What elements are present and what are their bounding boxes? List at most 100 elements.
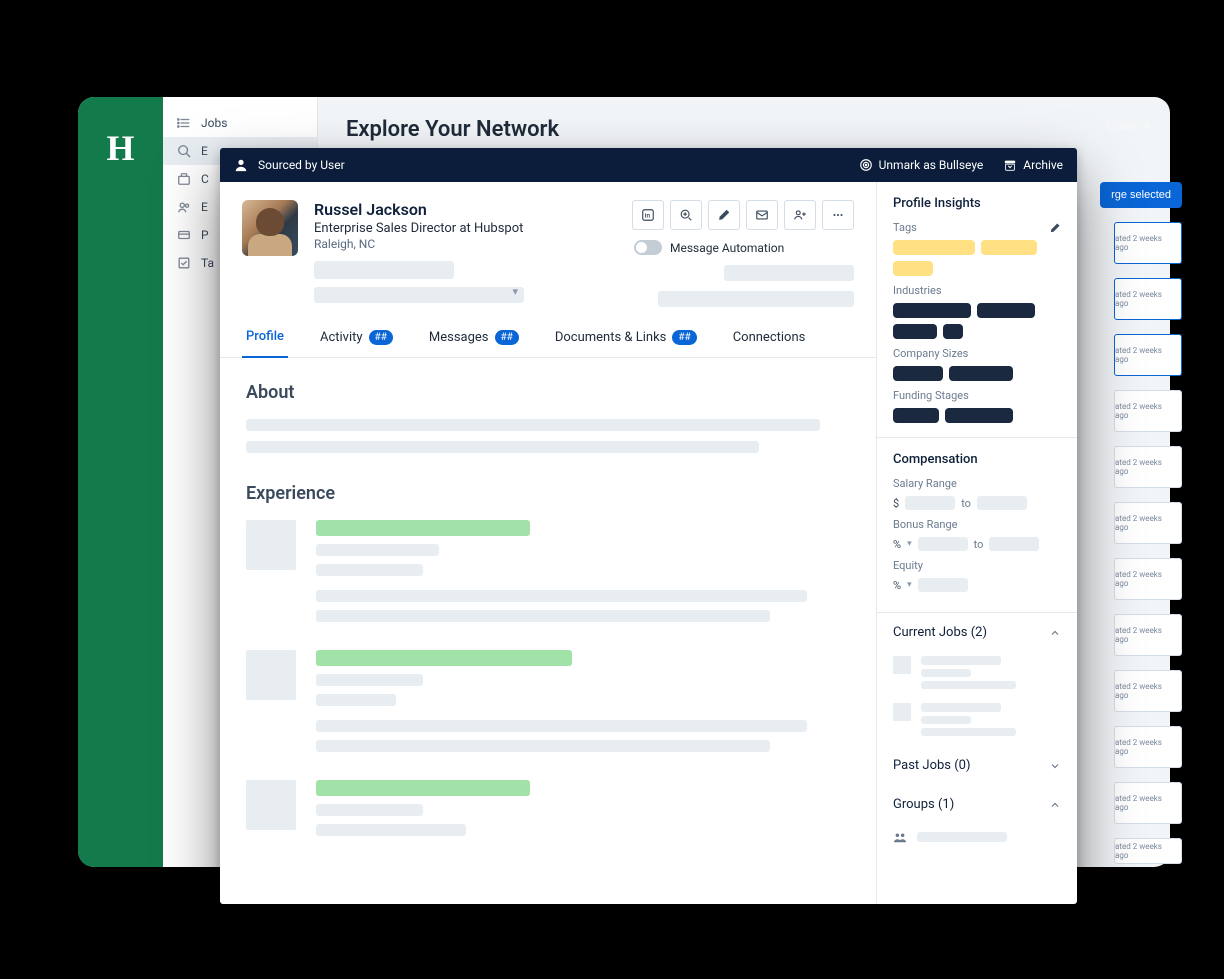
skeleton bbox=[917, 832, 1007, 842]
message-automation-toggle[interactable] bbox=[634, 240, 662, 255]
skeleton bbox=[246, 441, 759, 453]
bg-card-label: ated 2 weeks ago bbox=[1115, 682, 1177, 700]
skeleton bbox=[316, 824, 466, 836]
chevron-up-icon bbox=[1049, 799, 1061, 811]
experience-item bbox=[246, 780, 850, 836]
past-jobs-collapser[interactable]: Past Jobs (0) bbox=[877, 746, 1077, 785]
skeleton bbox=[316, 520, 530, 536]
nav-label: E bbox=[201, 200, 208, 214]
job-logo bbox=[893, 703, 911, 721]
industry-pill[interactable] bbox=[943, 324, 963, 339]
target-icon bbox=[859, 158, 873, 172]
salary-label: Salary Range bbox=[893, 477, 1061, 490]
chevron-down-icon bbox=[1049, 760, 1061, 772]
job-item[interactable] bbox=[877, 699, 1077, 746]
nav-label: Jobs bbox=[201, 116, 227, 130]
bg-card[interactable]: ated 2 weeks ago bbox=[1114, 838, 1182, 864]
checklist-icon bbox=[177, 256, 191, 270]
toggle-label: Message Automation bbox=[670, 241, 784, 255]
salary-min-input[interactable] bbox=[905, 496, 955, 510]
dollar-prefix: $ bbox=[893, 497, 899, 510]
bonus-min-input[interactable] bbox=[918, 537, 968, 551]
count-badge: ## bbox=[369, 330, 393, 345]
skeleton bbox=[658, 291, 854, 307]
more-button[interactable] bbox=[822, 200, 854, 230]
unmark-bullseye-button[interactable]: Unmark as Bullseye bbox=[859, 158, 984, 172]
percent-prefix: % bbox=[893, 579, 901, 592]
job-item[interactable] bbox=[877, 652, 1077, 699]
industry-pill[interactable] bbox=[977, 303, 1035, 318]
tab-messages[interactable]: Messages## bbox=[425, 317, 523, 357]
find-button[interactable] bbox=[670, 200, 702, 230]
add-person-button[interactable] bbox=[784, 200, 816, 230]
experience-heading: Experience bbox=[246, 483, 850, 504]
tab-profile[interactable]: Profile bbox=[242, 317, 288, 358]
past-jobs-label: Past Jobs (0) bbox=[893, 758, 971, 773]
bg-card-label: ated 2 weeks ago bbox=[1115, 458, 1177, 476]
funding-pill[interactable] bbox=[945, 408, 1013, 423]
mail-icon bbox=[755, 208, 769, 222]
percent-prefix: % bbox=[893, 538, 901, 551]
bg-card[interactable]: ated 2 weeks ago bbox=[1114, 726, 1182, 768]
bg-card[interactable]: ated 2 weeks ago bbox=[1114, 334, 1182, 376]
profile-header: Russel Jackson Enterprise Sales Director… bbox=[220, 182, 876, 317]
edit-button[interactable] bbox=[708, 200, 740, 230]
merge-selected-button[interactable]: rge selected bbox=[1100, 182, 1182, 208]
count-badge: ## bbox=[495, 330, 519, 345]
bg-card[interactable]: ated 2 weeks ago bbox=[1114, 502, 1182, 544]
compensation-heading: Compensation bbox=[893, 452, 978, 467]
bg-card[interactable]: ated 2 weeks ago bbox=[1114, 446, 1182, 488]
groups-collapser[interactable]: Groups (1) bbox=[877, 785, 1077, 824]
tab-connections[interactable]: Connections bbox=[729, 317, 810, 357]
skeleton bbox=[921, 728, 1016, 736]
skeleton bbox=[316, 544, 439, 556]
industry-pill[interactable] bbox=[893, 324, 937, 339]
equity-input[interactable] bbox=[918, 578, 968, 592]
tab-documents[interactable]: Documents & Links## bbox=[551, 317, 701, 357]
funding-pill[interactable] bbox=[893, 408, 939, 423]
size-pill[interactable] bbox=[893, 366, 943, 381]
bg-card-label: ated 2 weeks ago bbox=[1115, 346, 1177, 364]
size-pill[interactable] bbox=[949, 366, 1013, 381]
skeleton-dropdown[interactable] bbox=[314, 287, 524, 303]
bg-card[interactable]: ated 2 weeks ago bbox=[1114, 278, 1182, 320]
tag-pill[interactable] bbox=[893, 240, 975, 255]
app-logo: H bbox=[106, 127, 134, 169]
current-jobs-collapser[interactable]: Current Jobs (2) bbox=[877, 613, 1077, 652]
bg-card[interactable]: ated 2 weeks ago bbox=[1114, 222, 1182, 264]
salary-max-input[interactable] bbox=[977, 496, 1027, 510]
linkedin-button[interactable]: in bbox=[632, 200, 664, 230]
bg-card[interactable]: ated 2 weeks ago bbox=[1114, 670, 1182, 712]
unmark-label: Unmark as Bullseye bbox=[879, 158, 984, 172]
email-button[interactable] bbox=[746, 200, 778, 230]
search-icon bbox=[177, 144, 191, 158]
skeleton bbox=[316, 564, 423, 576]
skeleton bbox=[316, 674, 423, 686]
archive-button[interactable]: Archive bbox=[1003, 158, 1063, 172]
profile-main: Russel Jackson Enterprise Sales Director… bbox=[220, 182, 877, 904]
group-item[interactable] bbox=[877, 824, 1077, 858]
bg-card-label: ated 2 weeks ago bbox=[1115, 402, 1177, 420]
skeleton bbox=[316, 694, 396, 706]
bg-card[interactable]: ated 2 weeks ago bbox=[1114, 614, 1182, 656]
pencil-icon[interactable] bbox=[1049, 222, 1061, 234]
bg-card-label: ated 2 weeks ago bbox=[1115, 234, 1177, 252]
skeleton bbox=[921, 669, 971, 677]
bg-card[interactable]: ated 2 weeks ago bbox=[1114, 782, 1182, 824]
close-button[interactable]: Close ✕ bbox=[1106, 119, 1152, 133]
list-icon bbox=[177, 116, 191, 130]
tab-activity[interactable]: Activity ## bbox=[316, 317, 397, 357]
bg-card[interactable]: ated 2 weeks ago bbox=[1114, 558, 1182, 600]
tab-label: Activity bbox=[320, 330, 363, 345]
profile-title: Enterprise Sales Director at Hubspot bbox=[314, 221, 524, 236]
job-logo bbox=[893, 656, 911, 674]
skeleton bbox=[316, 740, 770, 752]
bg-card-label: ated 2 weeks ago bbox=[1115, 842, 1177, 860]
industry-pill[interactable] bbox=[893, 303, 971, 318]
tag-pill[interactable] bbox=[893, 261, 933, 276]
tag-pill[interactable] bbox=[981, 240, 1037, 255]
svg-text:in: in bbox=[645, 213, 651, 220]
bg-card[interactable]: ated 2 weeks ago bbox=[1114, 390, 1182, 432]
nav-item-jobs[interactable]: Jobs bbox=[163, 109, 317, 137]
bonus-max-input[interactable] bbox=[989, 537, 1039, 551]
